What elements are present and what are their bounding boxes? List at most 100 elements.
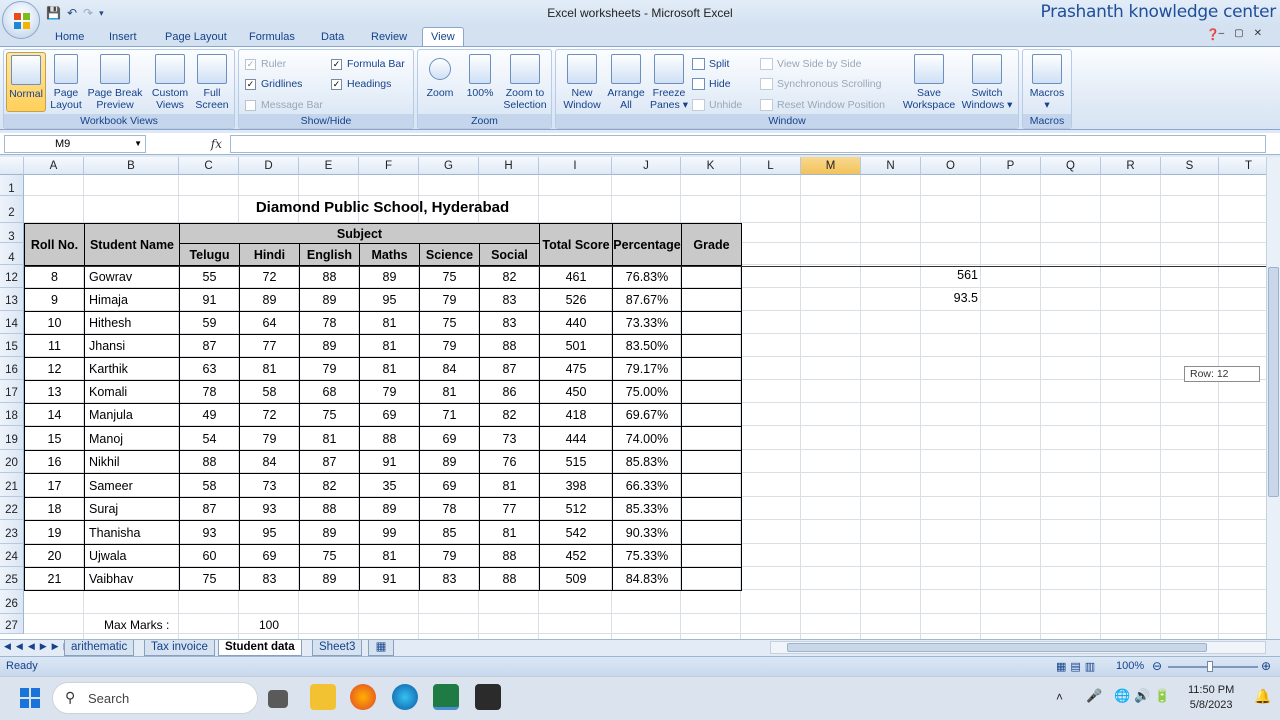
column-header-t[interactable]: T	[1219, 157, 1266, 175]
column-header-i[interactable]: I	[539, 157, 612, 175]
page-break-preview-button[interactable]: Page Break Preview	[86, 54, 144, 111]
view-shortcut-icons[interactable]: ▦▤▥	[1056, 660, 1099, 673]
tab-page-layout[interactable]: Page Layout	[157, 28, 235, 46]
gridlines-checkbox[interactable]: ✓ Gridlines	[245, 78, 302, 90]
column-header-c[interactable]: C	[179, 157, 239, 175]
office-button[interactable]	[2, 1, 40, 39]
page-layout-button[interactable]: Page Layout	[48, 54, 84, 111]
unhide-button[interactable]: Unhide	[692, 99, 742, 111]
vertical-scroll-thumb[interactable]	[1268, 267, 1279, 497]
tab-view[interactable]: View	[422, 27, 464, 47]
row-header-4[interactable]: 4	[0, 243, 24, 265]
sheet-tab-tax-invoice[interactable]: Tax invoice	[144, 640, 215, 656]
zoom-button[interactable]: Zoom	[422, 54, 458, 99]
hide-button[interactable]: Hide	[692, 78, 731, 90]
freeze-panes-button[interactable]: Freeze Panes ▾	[648, 54, 690, 111]
horizontal-scrollbar[interactable]	[770, 641, 1266, 654]
workbook-window-controls[interactable]: –▢✕	[1219, 28, 1272, 39]
column-header-h[interactable]: H	[479, 157, 539, 175]
column-header-g[interactable]: G	[419, 157, 479, 175]
name-box-dropdown-icon[interactable]: ▼	[134, 136, 142, 152]
column-header-s[interactable]: S	[1161, 157, 1219, 175]
new-window-button[interactable]: New Window	[558, 54, 606, 111]
show-hidden-icons-icon[interactable]: ˄	[1056, 690, 1063, 704]
tab-formulas[interactable]: Formulas	[241, 28, 303, 46]
tab-insert[interactable]: Insert	[101, 28, 145, 46]
column-header-e[interactable]: E	[299, 157, 359, 175]
sheet-tab-sheet3[interactable]: Sheet3	[312, 640, 363, 656]
split-button[interactable]: Split	[692, 58, 729, 70]
insert-function-button[interactable]: fx	[150, 135, 228, 153]
normal-view-button[interactable]: Normal	[6, 52, 46, 112]
row-header-1[interactable]: 1	[0, 175, 24, 196]
edge-icon[interactable]	[392, 684, 418, 710]
formula-bar-checkbox[interactable]: ✓ Formula Bar	[331, 58, 405, 70]
worksheet-grid[interactable]: ABCDEFGHIJKLMNOPQRST 1 2 3 4 12 13 14 15 16 17 18 1…	[0, 157, 1266, 639]
taskbar-search-box[interactable]: ⚲ Search	[52, 682, 258, 714]
view-side-by-side-button[interactable]: View Side by Side	[760, 58, 861, 70]
tab-home[interactable]: Home	[47, 28, 92, 46]
column-header-q[interactable]: Q	[1041, 157, 1101, 175]
row-header-3[interactable]: 3	[0, 223, 24, 243]
row-header-22[interactable]: 22	[0, 497, 24, 520]
headings-checkbox[interactable]: ✓ Headings	[331, 78, 391, 90]
firefox-icon[interactable]	[350, 684, 376, 710]
vertical-scrollbar[interactable]	[1266, 157, 1280, 639]
windows-start-icon[interactable]	[20, 688, 40, 708]
ruler-checkbox[interactable]: ✓ Ruler	[245, 58, 286, 70]
zoom-slider[interactable]	[1168, 666, 1258, 668]
task-view-icon[interactable]	[268, 690, 288, 708]
row-header-23[interactable]: 23	[0, 520, 24, 544]
zoom-to-selection-button[interactable]: Zoom to Selection	[500, 54, 550, 111]
notifications-icon[interactable]: 🔔	[1254, 688, 1271, 705]
recorder-icon[interactable]	[475, 684, 501, 710]
row-header-16[interactable]: 16	[0, 357, 24, 380]
column-header-d[interactable]: D	[239, 157, 299, 175]
zoom-level[interactable]: 100%	[1116, 660, 1144, 672]
column-header-n[interactable]: N	[861, 157, 921, 175]
name-box[interactable]: M9 ▼	[4, 135, 146, 153]
row-header-27[interactable]: 27	[0, 614, 24, 634]
switch-windows-button[interactable]: Switch Windows ▾	[958, 54, 1016, 111]
column-header-r[interactable]: R	[1101, 157, 1161, 175]
row-header-24[interactable]: 24	[0, 544, 24, 567]
tab-review[interactable]: Review	[363, 28, 415, 46]
zoom-in-icon[interactable]: ⊕	[1261, 659, 1271, 673]
custom-views-button[interactable]: Custom Views	[148, 54, 192, 111]
insert-sheet-icon[interactable]: ▦	[368, 640, 394, 656]
row-header-20[interactable]: 20	[0, 450, 24, 473]
column-header-m[interactable]: M	[801, 157, 861, 175]
zoom-out-icon[interactable]: ⊖	[1152, 659, 1162, 673]
row-header-18[interactable]: 18	[0, 403, 24, 426]
microphone-icon[interactable]: 🎤	[1086, 688, 1102, 704]
tab-data[interactable]: Data	[313, 28, 352, 46]
sheet-tab-arithematic[interactable]: arithematic	[64, 640, 135, 656]
file-explorer-icon[interactable]	[310, 684, 336, 710]
zoom-slider-thumb[interactable]	[1207, 661, 1213, 672]
column-header-o[interactable]: O	[921, 157, 981, 175]
column-header-k[interactable]: K	[681, 157, 741, 175]
message-bar-checkbox[interactable]: Message Bar	[245, 99, 323, 111]
save-workspace-button[interactable]: Save Workspace	[900, 54, 958, 111]
row-header-14[interactable]: 14	[0, 311, 24, 334]
column-header-b[interactable]: B	[84, 157, 179, 175]
column-header-l[interactable]: L	[741, 157, 801, 175]
column-header-a[interactable]: A	[24, 157, 84, 175]
row-header-13[interactable]: 13	[0, 288, 24, 311]
row-header-15[interactable]: 15	[0, 334, 24, 357]
full-screen-button[interactable]: Full Screen	[192, 54, 232, 111]
macros-button[interactable]: Macros ▾	[1027, 54, 1067, 111]
formula-input[interactable]	[230, 135, 1266, 153]
row-header-21[interactable]: 21	[0, 473, 24, 497]
row-header-25[interactable]: 25	[0, 567, 24, 590]
row-header-17[interactable]: 17	[0, 380, 24, 403]
column-header-f[interactable]: F	[359, 157, 419, 175]
clock[interactable]: 11:50 PM 5/8/2023	[1188, 684, 1234, 711]
row-header-26[interactable]: 26	[0, 590, 24, 614]
row-header-12[interactable]: 12	[0, 265, 24, 288]
network-volume-battery-icons[interactable]: 🌐🔊🔋	[1114, 688, 1175, 704]
row-header-2[interactable]: 2	[0, 196, 24, 223]
row-header-19[interactable]: 19	[0, 426, 24, 450]
column-header-p[interactable]: P	[981, 157, 1041, 175]
reset-window-position-button[interactable]: Reset Window Position	[760, 99, 885, 111]
